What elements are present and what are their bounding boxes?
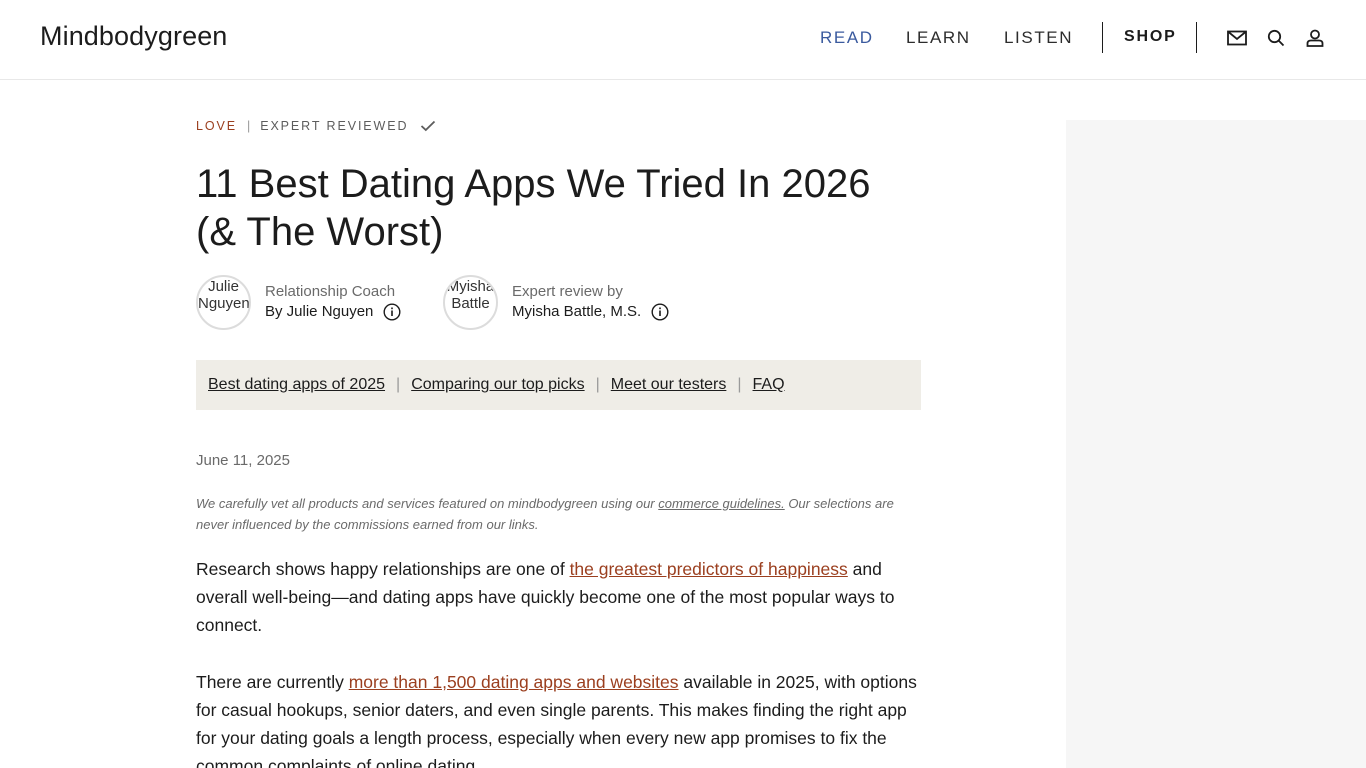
nav-listen[interactable]: LISTEN: [1004, 28, 1073, 48]
commerce-disclaimer: We carefully vet all products and servic…: [196, 493, 896, 535]
nav-divider: [1102, 22, 1103, 53]
article-meta: LOVE | EXPERT REVIEWED: [196, 119, 436, 133]
reviewer-role: Expert review by: [512, 283, 623, 300]
user-icon[interactable]: [1304, 27, 1326, 49]
toc-separator: |: [737, 376, 742, 393]
mail-icon[interactable]: [1226, 27, 1248, 49]
title-line-2: (& The Worst): [196, 210, 444, 254]
toc-separator: |: [595, 376, 600, 393]
category-link[interactable]: LOVE: [196, 119, 237, 133]
toc-link-comparing[interactable]: Comparing our top picks: [411, 376, 584, 394]
body-paragraph: There are currently more than 1,500 dati…: [196, 668, 921, 768]
site-header: Mindbodygreen READ LEARN LISTEN SHOP: [0, 0, 1366, 80]
site-logo[interactable]: Mindbodygreen: [40, 21, 227, 52]
dating-apps-count-link[interactable]: more than 1,500 dating apps and websites: [349, 672, 679, 692]
body-paragraph: Research shows happy relationships are o…: [196, 555, 921, 639]
publish-date: June 11, 2025: [196, 452, 290, 469]
checkmark-icon: [420, 120, 436, 132]
title-line-1: 11 Best Dating Apps We Tried In 2026: [196, 162, 871, 206]
commerce-guidelines-link[interactable]: commerce guidelines.: [658, 496, 784, 511]
info-icon[interactable]: [651, 303, 669, 321]
toc-separator: |: [396, 376, 401, 393]
toc-link-best-apps[interactable]: Best dating apps of 2025: [208, 376, 385, 394]
reviewer-block: Myisha Battle Expert review by Myisha Ba…: [443, 275, 669, 330]
info-icon[interactable]: [383, 303, 401, 321]
nav-learn[interactable]: LEARN: [906, 28, 971, 48]
expert-reviewed-label: EXPERT REVIEWED: [260, 119, 409, 133]
toc-link-faq[interactable]: FAQ: [753, 376, 785, 394]
author-role: Relationship Coach: [265, 283, 396, 300]
author-byline[interactable]: By Julie Nguyen: [265, 301, 373, 323]
reviewer-name[interactable]: Myisha Battle, M.S.: [512, 301, 641, 323]
reviewer-avatar[interactable]: Myisha Battle: [443, 275, 498, 330]
search-icon[interactable]: [1265, 27, 1287, 49]
author-block: Julie Nguyen Relationship Coach By Julie…: [196, 275, 401, 330]
paragraph-text: There are currently: [196, 672, 349, 692]
nav-shop[interactable]: SHOP: [1124, 28, 1177, 46]
happiness-predictors-link[interactable]: the greatest predictors of happiness: [570, 559, 848, 579]
table-of-contents: Best dating apps of 2025 | Comparing our…: [196, 360, 921, 410]
meta-separator: |: [246, 119, 251, 133]
disclaimer-text: We carefully vet all products and servic…: [196, 496, 659, 511]
author-avatar[interactable]: Julie Nguyen: [196, 275, 251, 330]
paragraph-text: Research shows happy relationships are o…: [196, 559, 570, 579]
nav-read[interactable]: READ: [820, 28, 874, 48]
nav-divider: [1196, 22, 1197, 53]
toc-link-testers[interactable]: Meet our testers: [611, 376, 727, 394]
page-title: 11 Best Dating Apps We Tried In 2026 (& …: [196, 160, 936, 256]
sidebar-ad-area: [1066, 120, 1366, 768]
